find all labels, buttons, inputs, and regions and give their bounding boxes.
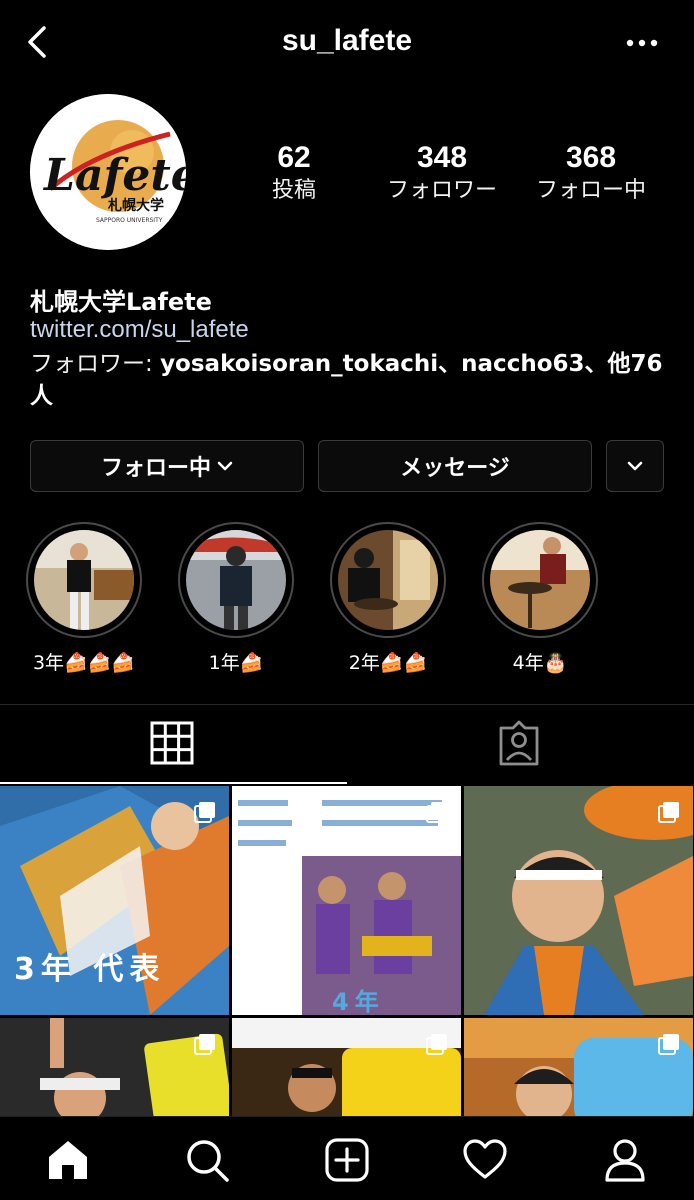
followed-by-prefix: フォロワー: bbox=[30, 351, 161, 377]
profile-avatar[interactable]: Lafete 札幌大学 SAPPORO UNIVERSITY bbox=[30, 94, 186, 250]
highlight-label: 3年🍰🍰🍰 bbox=[32, 652, 136, 674]
stat-posts-label: 投稿 bbox=[271, 178, 316, 203]
bio-name: 札幌大学Lafete bbox=[30, 288, 212, 316]
profile-username: su_lafete bbox=[281, 24, 413, 57]
avatar-logo-sub: 札幌大学 bbox=[107, 197, 164, 214]
grid-icon[interactable] bbox=[150, 720, 194, 766]
highlight-item[interactable]: 1年🍰 bbox=[178, 522, 294, 675]
highlight-cover bbox=[186, 530, 286, 630]
tagged-icon[interactable] bbox=[497, 720, 541, 766]
avatar-logo-sub2: SAPPORO UNIVERSITY bbox=[96, 217, 163, 224]
highlight-cover bbox=[338, 530, 438, 630]
stat-posts[interactable]: 62 投稿 bbox=[254, 140, 334, 206]
stat-following-value: 368 bbox=[565, 141, 617, 174]
chevron-down-icon bbox=[217, 461, 233, 471]
stat-following[interactable]: 368 フォロー中 bbox=[518, 140, 664, 206]
stat-followers-value: 348 bbox=[416, 141, 468, 174]
following-button-label: フォロー中 bbox=[100, 456, 211, 481]
stat-posts-value: 62 bbox=[277, 141, 311, 174]
home-icon[interactable] bbox=[45, 1137, 91, 1183]
suggested-accounts-button[interactable] bbox=[606, 440, 664, 492]
highlight-item[interactable]: 2年🍰🍰 bbox=[330, 522, 446, 675]
multi-post-icon bbox=[658, 802, 679, 823]
more-icon[interactable] bbox=[622, 30, 662, 56]
post-thumbnail[interactable]: 4年 bbox=[232, 786, 461, 1015]
highlight-label: 4年🎂 bbox=[512, 652, 568, 674]
post-grid: 3年 代表 4年 bbox=[0, 786, 694, 1116]
message-button-label: メッセージ bbox=[400, 456, 510, 481]
following-button[interactable]: フォロー中 bbox=[30, 440, 304, 492]
active-tab-indicator bbox=[0, 782, 347, 784]
post-thumbnail[interactable] bbox=[232, 1018, 461, 1116]
post-thumbnail[interactable]: 3年 代表 bbox=[0, 786, 229, 1015]
highlight-label: 1年🍰 bbox=[208, 652, 264, 674]
bio-link[interactable]: twitter.com/su_lafete bbox=[30, 316, 249, 344]
post-thumbnail[interactable] bbox=[464, 786, 693, 1015]
multi-post-icon bbox=[194, 1034, 215, 1055]
highlight-ring bbox=[482, 522, 598, 638]
highlight-cover bbox=[490, 530, 590, 630]
profile-icon[interactable] bbox=[602, 1137, 648, 1183]
highlight-item[interactable]: 4年🎂 bbox=[482, 522, 598, 675]
highlight-ring bbox=[26, 522, 142, 638]
multi-post-icon bbox=[426, 802, 447, 823]
multi-post-icon bbox=[658, 1034, 679, 1055]
message-button[interactable]: メッセージ bbox=[318, 440, 592, 492]
stat-followers[interactable]: 348 フォロワー bbox=[370, 140, 514, 206]
multi-post-icon bbox=[194, 802, 215, 823]
post-thumbnail[interactable] bbox=[464, 1018, 693, 1116]
add-icon[interactable] bbox=[324, 1137, 370, 1183]
avatar-logo-text: Lafete bbox=[42, 150, 186, 201]
post-thumbnail[interactable] bbox=[0, 1018, 229, 1116]
highlight-ring bbox=[178, 522, 294, 638]
stat-followers-label: フォロワー bbox=[386, 178, 497, 203]
stat-following-label: フォロー中 bbox=[535, 178, 646, 203]
post-caption: 4年 bbox=[332, 988, 385, 1015]
top-bar: su_lafete bbox=[0, 0, 694, 86]
bottom-navigation bbox=[0, 1116, 694, 1200]
highlight-cover bbox=[34, 530, 134, 630]
heart-icon[interactable] bbox=[462, 1137, 508, 1183]
chevron-down-icon bbox=[627, 461, 643, 471]
highlight-item[interactable]: 3年🍰🍰🍰 bbox=[26, 522, 142, 675]
highlight-label: 2年🍰🍰 bbox=[348, 652, 428, 674]
followed-by[interactable]: フォロワー: yosakoisoran_tokachi、naccho63、他76… bbox=[30, 348, 670, 412]
highlight-ring bbox=[330, 522, 446, 638]
divider bbox=[0, 704, 694, 705]
multi-post-icon bbox=[426, 1034, 447, 1055]
search-icon[interactable] bbox=[184, 1137, 230, 1183]
post-caption: 3年 代表 bbox=[14, 952, 166, 987]
